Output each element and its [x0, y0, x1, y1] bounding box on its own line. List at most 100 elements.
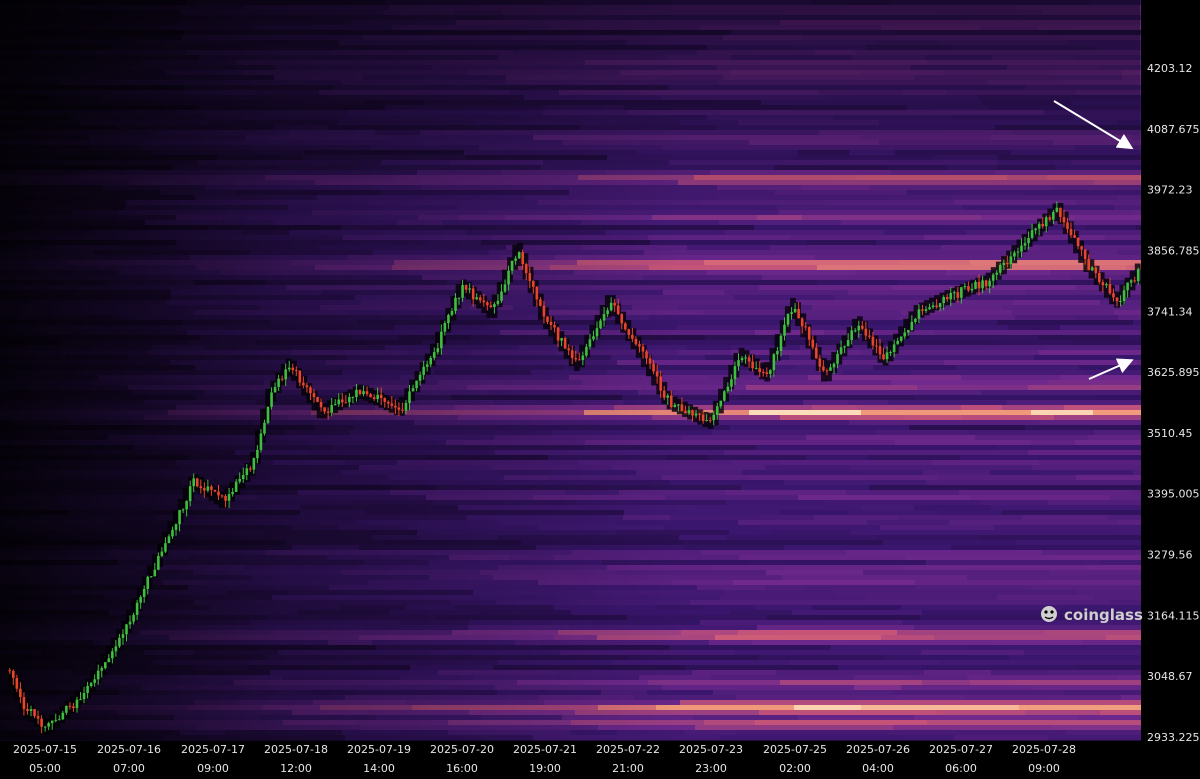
- x-tick-time: 09:00: [1028, 762, 1060, 775]
- candle-body: [1037, 223, 1041, 229]
- candle-body: [132, 614, 135, 622]
- candle-body: [369, 394, 372, 398]
- candle-body: [57, 719, 61, 721]
- candle-body: [404, 402, 408, 411]
- candle-body: [535, 286, 539, 300]
- candle-body: [1030, 230, 1034, 238]
- candle-body: [836, 353, 839, 364]
- liquidation-heatmap-chart: 4203.12 4087.675 3972.23 3856.785 3741.34 362…: [0, 0, 1200, 775]
- candle-body: [896, 340, 899, 345]
- candle-body: [599, 320, 602, 329]
- candle-body: [751, 361, 754, 369]
- candle-body: [942, 297, 945, 304]
- candle-body: [914, 318, 917, 322]
- candle-body: [15, 677, 19, 689]
- candle-body: [390, 403, 394, 406]
- candle-body: [160, 551, 164, 556]
- x-tick-date: 2025-07-23: [679, 743, 743, 756]
- candle-body: [157, 555, 160, 570]
- candle-body: [89, 682, 93, 686]
- candle-body: [1016, 251, 1020, 253]
- candle-body: [885, 352, 889, 360]
- candle-body: [1119, 300, 1122, 302]
- candle-body: [857, 325, 861, 331]
- candle-body: [174, 524, 178, 530]
- candle-body: [379, 394, 383, 399]
- candle-body: [779, 335, 783, 352]
- candle-body: [475, 297, 479, 300]
- candle-body: [977, 281, 981, 289]
- candle-body: [118, 637, 121, 647]
- y-tick-label: 3395.005: [1147, 488, 1200, 501]
- candle-body: [684, 410, 687, 414]
- candle-body: [539, 299, 542, 306]
- candle-body: [302, 382, 305, 386]
- candle-body: [224, 495, 227, 501]
- x-tick-date: 2025-07-26: [846, 743, 910, 756]
- y-tick-label: 3972.23: [1147, 184, 1193, 197]
- candle-body: [744, 357, 747, 359]
- candle-body: [249, 468, 252, 470]
- candle-body: [203, 488, 206, 491]
- candle-body: [493, 304, 496, 307]
- candle-body: [984, 280, 988, 287]
- candle-body: [733, 366, 737, 380]
- candle-body: [482, 300, 486, 303]
- candle-body: [1009, 256, 1013, 265]
- candle-body: [1059, 207, 1062, 218]
- candle-body: [153, 569, 157, 577]
- candle-body: [149, 576, 153, 578]
- candle-body: [1122, 290, 1126, 301]
- candle-body: [1136, 269, 1140, 282]
- candle-body: [411, 388, 415, 392]
- y-tick-label: 3625.895: [1147, 366, 1200, 379]
- candle-body: [478, 297, 482, 301]
- candle-body: [33, 709, 36, 717]
- candle-body: [245, 468, 249, 476]
- x-axis: 2025-07-15 05:00 2025-07-16 07:00 2025-07-17…: [13, 743, 1076, 775]
- coinglass-logo-icon: [1041, 606, 1057, 622]
- candle-body: [549, 321, 553, 325]
- candle-body: [68, 705, 72, 707]
- candle-body: [316, 397, 319, 402]
- candle-body: [284, 369, 287, 380]
- candle-body: [432, 352, 436, 358]
- candle-body: [691, 410, 694, 416]
- candle-body: [998, 264, 1002, 273]
- candle-body: [43, 726, 47, 728]
- candle-body: [348, 397, 351, 403]
- candle-body: [29, 709, 33, 711]
- candle-body: [776, 351, 779, 355]
- candle-body: [981, 280, 984, 289]
- candle-body: [747, 357, 751, 362]
- candle-body: [425, 364, 429, 367]
- candle-body: [956, 292, 960, 298]
- candle-body: [680, 404, 684, 411]
- x-tick-time: 19:00: [529, 762, 561, 775]
- candle-body: [188, 486, 192, 502]
- y-tick-label: 3164.115: [1147, 609, 1200, 622]
- candle-body: [1020, 245, 1023, 252]
- y-axis: 4203.12 4087.675 3972.23 3856.785 3741.34 362…: [1147, 62, 1200, 744]
- candle-body: [726, 386, 730, 392]
- candle-body: [344, 402, 348, 404]
- candle-body: [486, 302, 489, 306]
- candle-body: [319, 401, 323, 408]
- candle-body: [673, 404, 677, 408]
- candle-body: [758, 368, 762, 372]
- candle-body: [471, 288, 475, 300]
- candle-body: [1090, 267, 1094, 271]
- candle-body: [769, 370, 772, 374]
- candle-body: [1062, 217, 1066, 223]
- candle-body: [464, 285, 468, 290]
- candle-body: [807, 327, 811, 340]
- candle-body: [740, 358, 744, 361]
- candle-body: [397, 407, 401, 410]
- candle-body: [669, 395, 673, 408]
- candle-body: [765, 372, 769, 374]
- candle-body: [386, 401, 390, 404]
- x-tick-date: 2025-07-27: [929, 743, 993, 756]
- candle-body: [546, 316, 549, 322]
- candle-body: [195, 478, 199, 487]
- candle-body: [100, 668, 104, 671]
